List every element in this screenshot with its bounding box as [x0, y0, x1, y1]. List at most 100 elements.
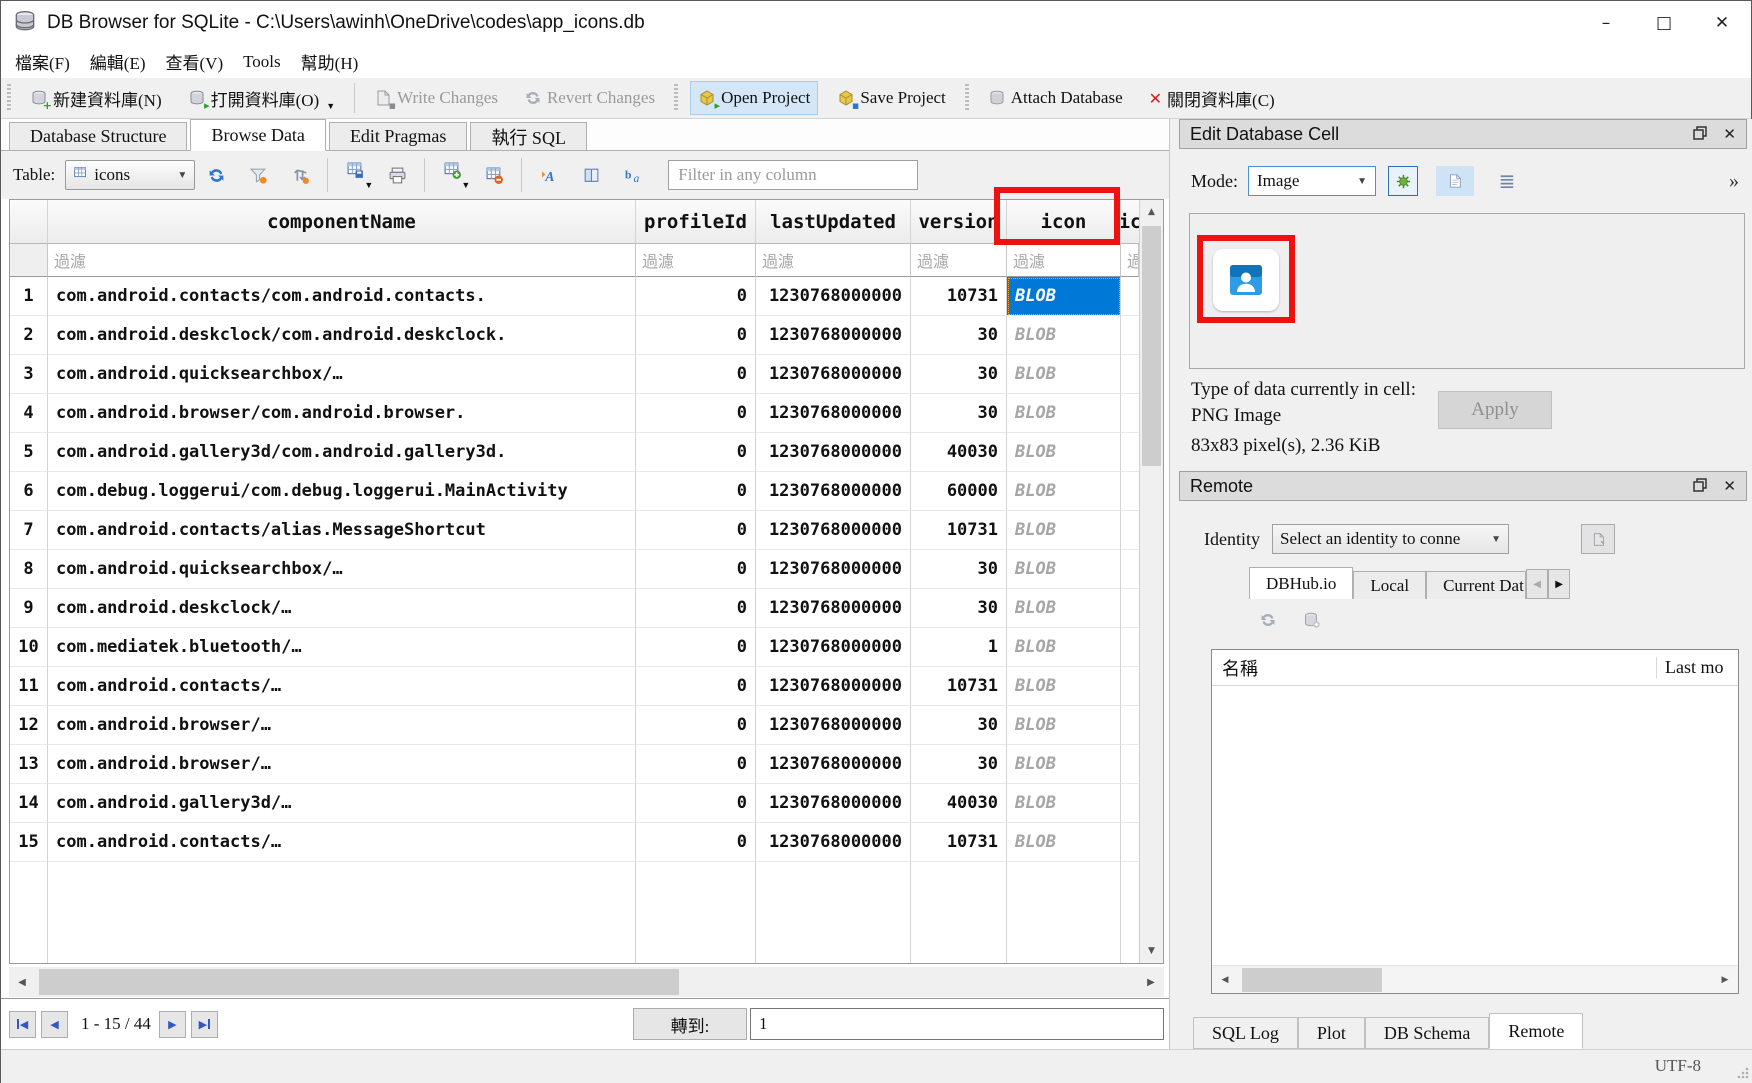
replace-button[interactable]: ba: [615, 153, 651, 197]
tab-db-schema[interactable]: DB Schema: [1365, 1017, 1489, 1049]
menu-help[interactable]: 幫助(H): [291, 45, 369, 78]
cell-icon[interactable]: BLOB: [1007, 784, 1121, 823]
vertical-scroll-thumb[interactable]: [1142, 226, 1161, 466]
scroll-up-icon[interactable]: ▲: [1140, 200, 1163, 224]
cell-partial[interactable]: [1121, 433, 1139, 472]
insert-dropdown-icon[interactable]: ▼: [461, 180, 470, 190]
remote-clone-database-button[interactable]: [1303, 611, 1321, 634]
cell-icon[interactable]: BLOB: [1007, 355, 1121, 394]
remote-list-scrollbar[interactable]: ◀ ▶: [1212, 965, 1738, 993]
tab-scroll-left-icon[interactable]: ◀: [1526, 569, 1548, 599]
cell-lastUpdated[interactable]: 1230768000000: [756, 667, 911, 706]
goto-record-input[interactable]: 1: [750, 1008, 1164, 1040]
cell-componentName[interactable]: com.android.quicksearchbox/…: [48, 355, 636, 394]
cell-profileId[interactable]: 0: [636, 589, 756, 628]
cell-lastUpdated[interactable]: 1230768000000: [756, 355, 911, 394]
text-mode-button[interactable]: [1436, 166, 1474, 196]
cell-icon[interactable]: BLOB: [1007, 511, 1121, 550]
encoding-label[interactable]: UTF-8: [1655, 1056, 1701, 1076]
horizontal-scroll-thumb[interactable]: [39, 969, 679, 995]
import-data-button[interactable]: [1388, 166, 1418, 196]
goto-button[interactable]: 轉到:: [633, 1008, 747, 1040]
cell-version[interactable]: 40030: [911, 433, 1007, 472]
header-version[interactable]: version: [911, 200, 1007, 244]
cell-profileId[interactable]: 0: [636, 511, 756, 550]
cell-icon[interactable]: BLOB: [1007, 823, 1121, 862]
word-wrap-icon[interactable]: ≣: [1492, 166, 1522, 196]
cell-icon[interactable]: BLOB: [1007, 277, 1121, 316]
cell-componentName[interactable]: com.android.contacts/com.android.contact…: [48, 277, 636, 316]
header-partial[interactable]: ic: [1121, 200, 1139, 244]
filter-version[interactable]: 過濾: [911, 244, 1007, 277]
cell-componentName[interactable]: com.android.browser/…: [48, 745, 636, 784]
tab-remote[interactable]: Remote: [1489, 1013, 1583, 1049]
cell-icon[interactable]: BLOB: [1007, 550, 1121, 589]
delete-record-button[interactable]: [476, 153, 512, 197]
cell-version[interactable]: 10731: [911, 667, 1007, 706]
cell-lastUpdated[interactable]: 1230768000000: [756, 277, 911, 316]
last-page-button[interactable]: ▶: [191, 1011, 218, 1038]
revert-changes-button[interactable]: Revert Changes: [517, 82, 662, 114]
cell-componentName[interactable]: com.android.contacts/alias.MessageShortc…: [48, 511, 636, 550]
filter-any-column-input[interactable]: Filter in any column: [668, 160, 918, 190]
close-panel-icon[interactable]: ✕: [1723, 125, 1736, 143]
write-changes-button[interactable]: ▪ Write Changes: [367, 82, 505, 114]
cell-version[interactable]: 10731: [911, 277, 1007, 316]
cell-componentName[interactable]: com.android.deskclock/com.android.deskcl…: [48, 316, 636, 355]
identity-select[interactable]: Select an identity to conne ▼: [1272, 524, 1509, 554]
cell-lastUpdated[interactable]: 1230768000000: [756, 394, 911, 433]
filter-partial[interactable]: 過濾: [1121, 244, 1139, 277]
tab-browse-data[interactable]: Browse Data: [190, 119, 325, 151]
cell-profileId[interactable]: 0: [636, 316, 756, 355]
cell-partial[interactable]: [1121, 277, 1139, 316]
cell-profileId[interactable]: 0: [636, 472, 756, 511]
cell-partial[interactable]: [1121, 394, 1139, 433]
header-lastUpdated[interactable]: lastUpdated: [756, 200, 911, 244]
filter-icon[interactable]: 過濾: [1007, 244, 1121, 277]
cell-componentName[interactable]: com.android.contacts/…: [48, 667, 636, 706]
scroll-thumb[interactable]: [1242, 968, 1382, 992]
cell-lastUpdated[interactable]: 1230768000000: [756, 472, 911, 511]
header-profileId[interactable]: profileId: [636, 200, 756, 244]
save-project-button[interactable]: ▪ Save Project: [830, 82, 952, 114]
first-page-button[interactable]: ◀: [9, 1011, 36, 1038]
cell-partial[interactable]: [1121, 472, 1139, 511]
cell-partial[interactable]: [1121, 355, 1139, 394]
export-dropdown-icon[interactable]: ▼: [364, 180, 373, 190]
remote-refresh-button[interactable]: [1259, 611, 1277, 634]
tab-dbhub[interactable]: DBHub.io: [1249, 567, 1353, 599]
cell-profileId[interactable]: 0: [636, 394, 756, 433]
tab-sql-log[interactable]: SQL Log: [1193, 1017, 1298, 1049]
cell-componentName[interactable]: com.debug.loggerui/com.debug.loggerui.Ma…: [48, 472, 636, 511]
float-panel-icon[interactable]: [1693, 124, 1707, 145]
cell-profileId[interactable]: 0: [636, 823, 756, 862]
previous-page-button[interactable]: ◀: [41, 1011, 68, 1038]
cell-icon[interactable]: BLOB: [1007, 667, 1121, 706]
cell-profileId[interactable]: 0: [636, 433, 756, 472]
cell-componentName[interactable]: com.android.browser/…: [48, 706, 636, 745]
close-button[interactable]: ✕: [1693, 1, 1751, 45]
attach-database-button[interactable]: Attach Database: [981, 82, 1130, 114]
tab-local[interactable]: Local: [1353, 571, 1426, 599]
tab-scroll-right-icon[interactable]: ▶: [1548, 569, 1570, 599]
cell-partial[interactable]: [1121, 628, 1139, 667]
cell-version[interactable]: 1: [911, 628, 1007, 667]
cell-componentName[interactable]: com.android.contacts/…: [48, 823, 636, 862]
cell-version[interactable]: 30: [911, 706, 1007, 745]
cell-icon[interactable]: BLOB: [1007, 316, 1121, 355]
cell-profileId[interactable]: 0: [636, 277, 756, 316]
cell-lastUpdated[interactable]: 1230768000000: [756, 706, 911, 745]
cell-componentName[interactable]: com.android.gallery3d/com.android.galler…: [48, 433, 636, 472]
cell-profileId[interactable]: 0: [636, 628, 756, 667]
cell-version[interactable]: 30: [911, 589, 1007, 628]
open-database-dropdown-icon[interactable]: ▼: [326, 101, 335, 111]
scroll-right-icon[interactable]: ▶: [1712, 966, 1738, 994]
new-database-button[interactable]: + 新建資料庫(N): [23, 80, 169, 117]
tab-execute-sql[interactable]: 執行 SQL: [470, 122, 587, 150]
grid-horizontal-scrollbar[interactable]: ◀ ▶: [9, 967, 1164, 997]
menu-file[interactable]: 檔案(F): [5, 45, 80, 78]
cell-version[interactable]: 30: [911, 745, 1007, 784]
cell-lastUpdated[interactable]: 1230768000000: [756, 823, 911, 862]
cell-version[interactable]: 40030: [911, 784, 1007, 823]
cell-lastUpdated[interactable]: 1230768000000: [756, 433, 911, 472]
